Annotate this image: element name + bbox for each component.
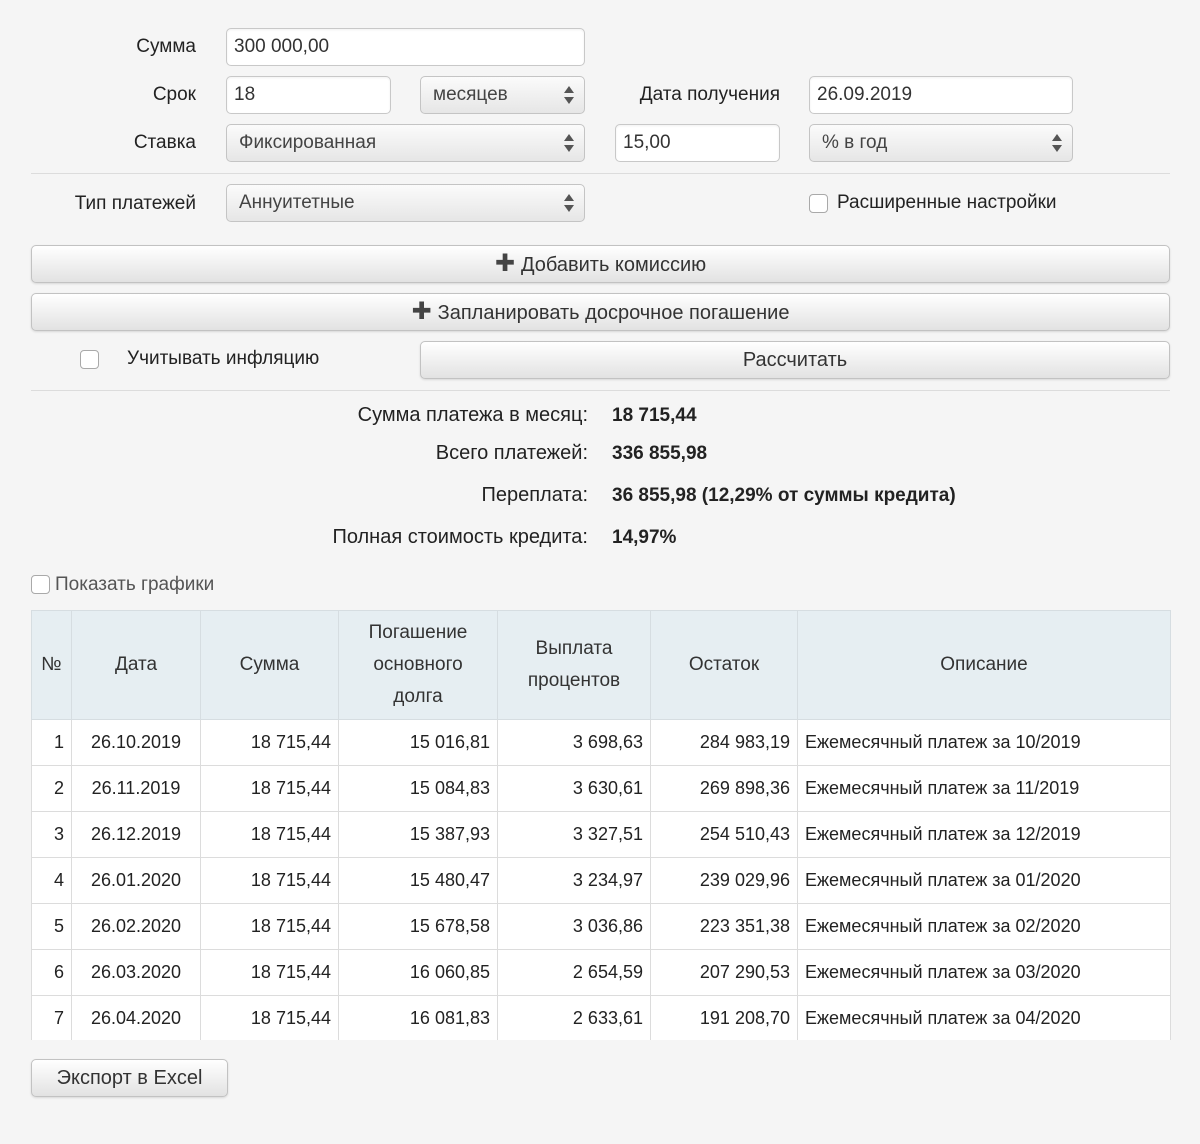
col-header-sum[interactable]: Сумма [200, 610, 339, 720]
table-row: 5 26.02.2020 18 715,44 15 678,58 3 036,86 223… [31, 903, 1171, 950]
table-row: 3 26.12.2019 18 715,44 15 387,93 3 327,51 254… [31, 811, 1171, 858]
cell-description: Ежемесячный платеж за 10/2019 [797, 719, 1171, 766]
cell-sum: 18 715,44 [200, 949, 339, 996]
cell-description: Ежемесячный платеж за 04/2020 [797, 995, 1171, 1040]
table-row: 2 26.11.2019 18 715,44 15 084,83 3 630,61 269… [31, 765, 1171, 812]
col-header-date[interactable]: Дата [71, 610, 201, 720]
cell-sum: 18 715,44 [200, 811, 339, 858]
cell-balance: 239 029,96 [650, 857, 798, 904]
cell-number: 2 [31, 765, 72, 812]
cell-principal: 15 480,47 [338, 857, 498, 904]
cell-date: 26.10.2019 [71, 719, 201, 766]
cell-date: 26.12.2019 [71, 811, 201, 858]
col-header-number[interactable]: № [31, 610, 72, 720]
cell-balance: 223 351,38 [650, 903, 798, 950]
table-row: 6 26.03.2020 18 715,44 16 060,85 2 654,59 207… [31, 949, 1171, 996]
cell-date: 26.04.2020 [71, 995, 201, 1040]
cell-balance: 284 983,19 [650, 719, 798, 766]
cell-description: Ежемесячный платеж за 03/2020 [797, 949, 1171, 996]
cell-principal: 15 084,83 [338, 765, 498, 812]
cell-date: 26.01.2020 [71, 857, 201, 904]
cell-description: Ежемесячный платеж за 11/2019 [797, 765, 1171, 812]
cell-interest: 2 633,61 [497, 995, 651, 1040]
schedule-table-viewport: № Дата Сумма Погашение основного долга В… [0, 0, 1200, 1040]
table-row: 7 26.04.2020 18 715,44 16 081,83 2 633,61 191… [31, 995, 1171, 1040]
cell-description: Ежемесячный платеж за 01/2020 [797, 857, 1171, 904]
cell-interest: 3 630,61 [497, 765, 651, 812]
cell-interest: 3 698,63 [497, 719, 651, 766]
cell-number: 4 [31, 857, 72, 904]
cell-date: 26.02.2020 [71, 903, 201, 950]
cell-interest: 2 654,59 [497, 949, 651, 996]
col-header-description[interactable]: Описание [797, 610, 1171, 720]
col-header-interest[interactable]: Выплата процентов [497, 610, 651, 720]
cell-principal: 15 016,81 [338, 719, 498, 766]
export-excel-button[interactable]: Экспорт в Excel [31, 1059, 228, 1097]
table-header-row: № Дата Сумма Погашение основного долга В… [31, 610, 1171, 720]
cell-principal: 15 387,93 [338, 811, 498, 858]
cell-balance: 207 290,53 [650, 949, 798, 996]
cell-date: 26.03.2020 [71, 949, 201, 996]
cell-sum: 18 715,44 [200, 995, 339, 1040]
cell-number: 7 [31, 995, 72, 1040]
cell-principal: 15 678,58 [338, 903, 498, 950]
cell-number: 1 [31, 719, 72, 766]
cell-sum: 18 715,44 [200, 857, 339, 904]
cell-balance: 254 510,43 [650, 811, 798, 858]
cell-sum: 18 715,44 [200, 903, 339, 950]
cell-principal: 16 081,83 [338, 995, 498, 1040]
table-row: 1 26.10.2019 18 715,44 15 016,81 3 698,63 284… [31, 719, 1171, 766]
cell-date: 26.11.2019 [71, 765, 201, 812]
cell-interest: 3 327,51 [497, 811, 651, 858]
cell-interest: 3 036,86 [497, 903, 651, 950]
cell-number: 3 [31, 811, 72, 858]
col-header-principal[interactable]: Погашение основного долга [338, 610, 498, 720]
cell-number: 6 [31, 949, 72, 996]
cell-description: Ежемесячный платеж за 12/2019 [797, 811, 1171, 858]
col-header-balance[interactable]: Остаток [650, 610, 798, 720]
cell-balance: 269 898,36 [650, 765, 798, 812]
cell-sum: 18 715,44 [200, 765, 339, 812]
cell-balance: 191 208,70 [650, 995, 798, 1040]
cell-principal: 16 060,85 [338, 949, 498, 996]
cell-sum: 18 715,44 [200, 719, 339, 766]
schedule-table: № Дата Сумма Погашение основного долга В… [31, 610, 1171, 1040]
cell-description: Ежемесячный платеж за 02/2020 [797, 903, 1171, 950]
table-row: 4 26.01.2020 18 715,44 15 480,47 3 234,97 239… [31, 857, 1171, 904]
cell-interest: 3 234,97 [497, 857, 651, 904]
cell-number: 5 [31, 903, 72, 950]
